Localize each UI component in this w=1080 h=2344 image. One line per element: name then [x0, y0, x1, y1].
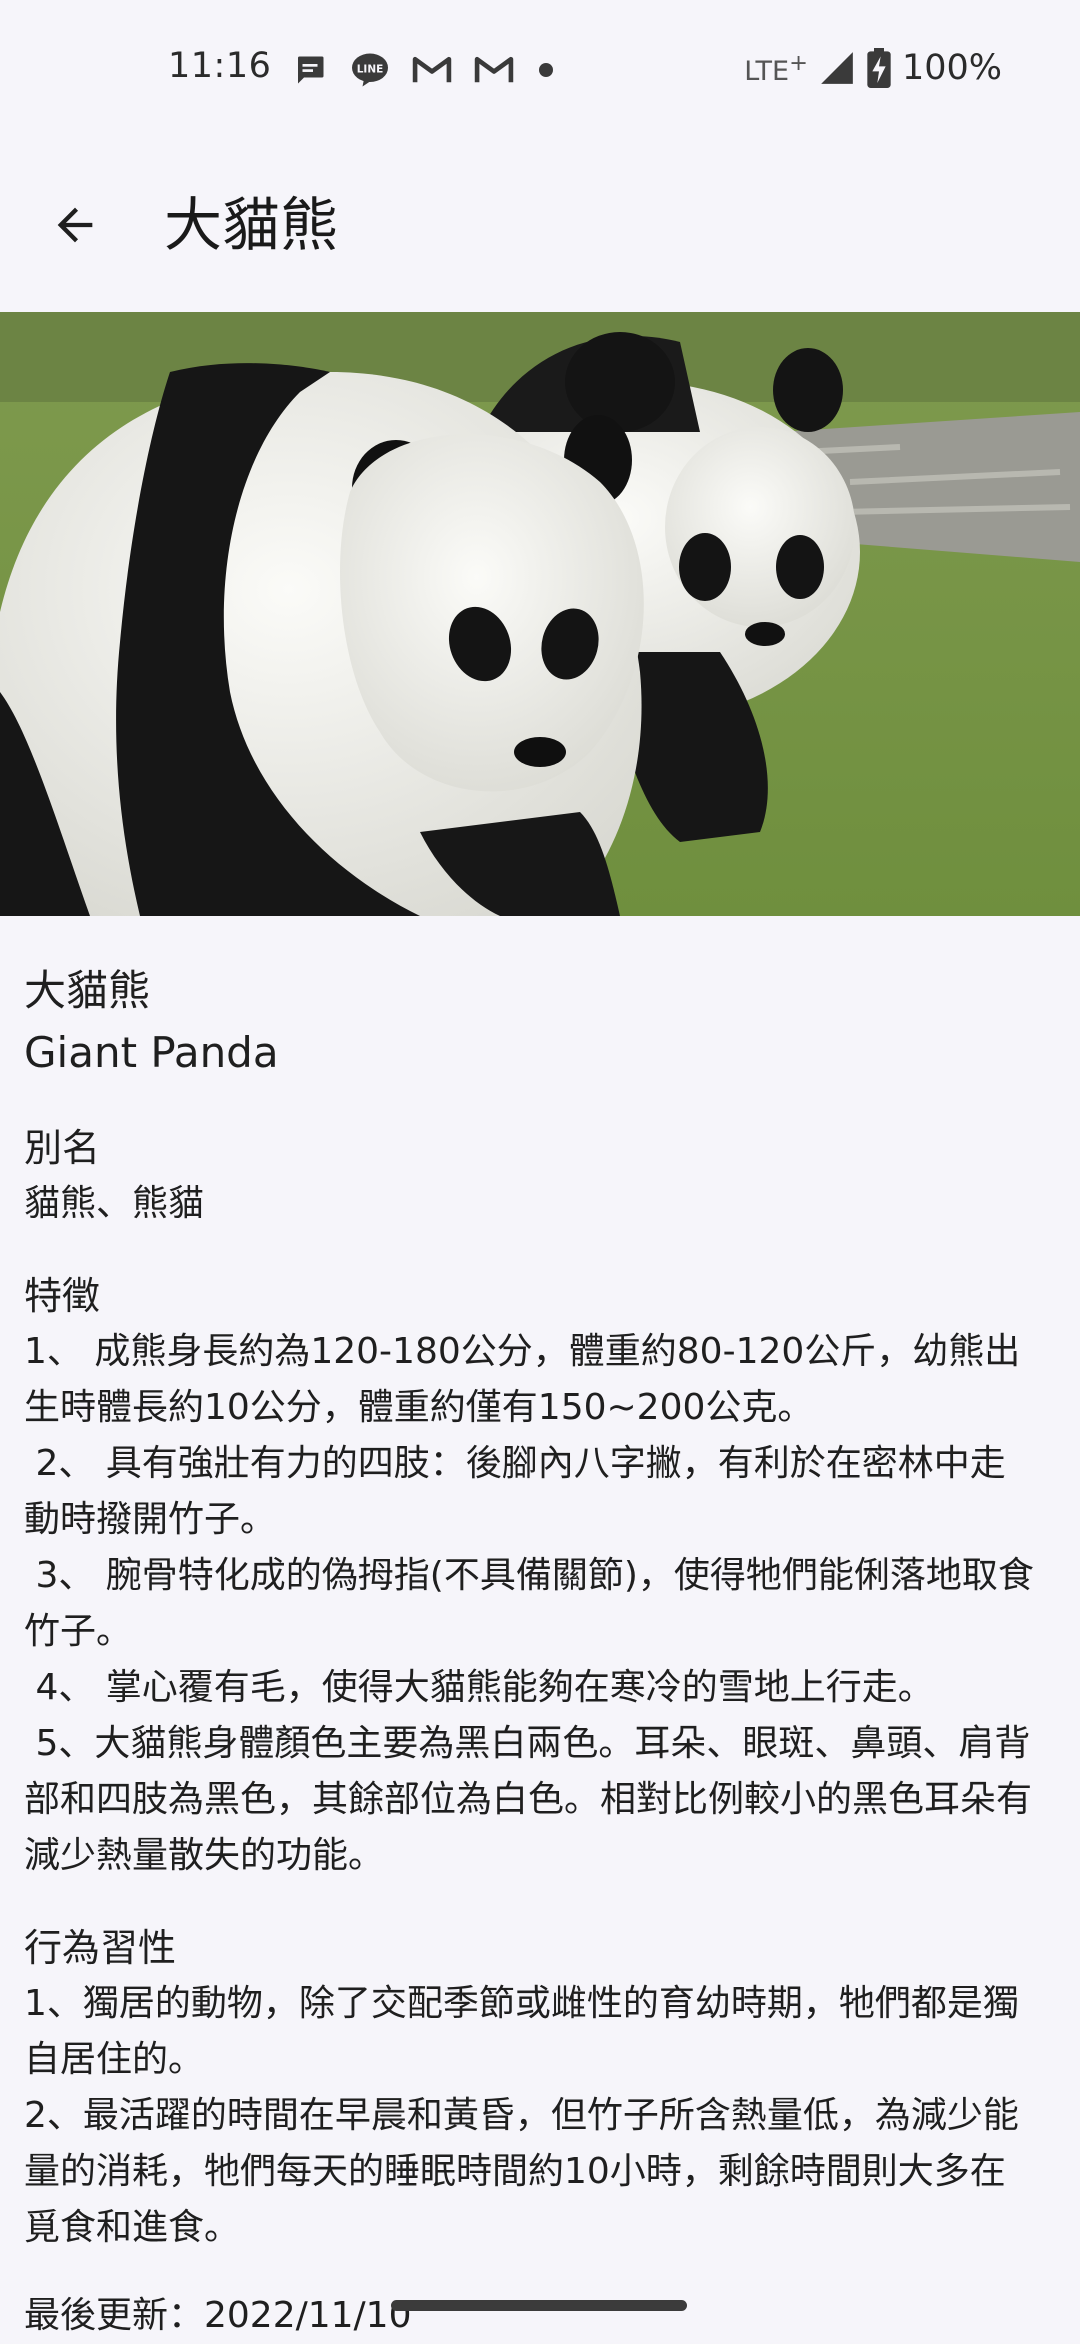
features-body: 1、 成熊身長約為120-180公分，體重約80-120公斤，幼熊出生時體長約1…: [24, 1331, 1034, 1876]
battery-charging-icon: [867, 48, 891, 88]
battery-level: 100%: [901, 48, 1002, 88]
network-type: LTE: [744, 55, 790, 87]
panda-photo-illustration: [0, 312, 1080, 916]
network-plus: +: [789, 49, 808, 76]
notification-icons: LINE: [292, 50, 556, 90]
panda-photo: [0, 312, 1080, 916]
svg-text:LINE: LINE: [357, 63, 384, 75]
status-bar: 11:16 LINE LTE+ 100%: [0, 0, 1080, 140]
alias-title: 別名: [24, 1126, 101, 1170]
signal-icon: [821, 52, 853, 84]
gmail-icon: [474, 56, 514, 83]
gmail-icon: [412, 56, 452, 83]
back-button[interactable]: [36, 186, 114, 264]
alias-body: 貓熊、熊貓: [24, 1183, 205, 1224]
gesture-navigation-bar[interactable]: [391, 2300, 687, 2311]
animal-name-en: Giant Panda: [24, 1028, 279, 1077]
status-right: LTE+ 100%: [744, 44, 1002, 92]
page-title: 大貓熊: [164, 191, 339, 259]
last-updated: 最後更新：2022/11/10: [24, 2295, 412, 2336]
behavior-title: 行為習性: [24, 1926, 177, 1970]
animal-name-zh: 大貓熊: [24, 966, 151, 1015]
app-bar: 大貓熊: [0, 160, 1080, 290]
detail-content: 大貓熊 Giant Panda 別名 貓熊、熊貓 特徵 1、 成熊身長約為120…: [24, 960, 1034, 2344]
message-icon: [298, 56, 324, 84]
dot-icon: [539, 63, 553, 77]
behavior-body: 1、獨居的動物，除了交配季節或雌性的育幼時期，牠們都是獨自居住的。 2、最活躍的…: [24, 1983, 1019, 2248]
status-time: 11:16: [168, 46, 272, 86]
features-title: 特徵: [24, 1274, 101, 1318]
arrow-back-icon: [57, 207, 93, 243]
network-label: LTE+: [744, 50, 808, 87]
line-icon: LINE: [352, 53, 388, 87]
